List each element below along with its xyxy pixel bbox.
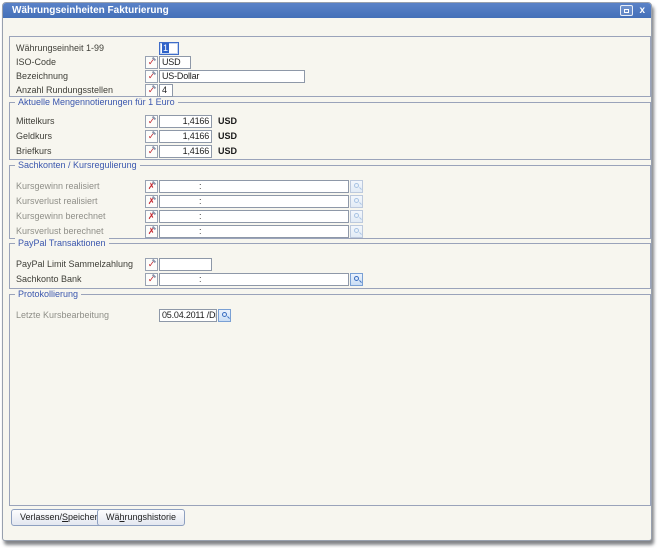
mid-rate-input[interactable]: 1,4166 [159,115,212,128]
form-row: Währungseinheit 1-99 1 [10,42,650,55]
iso-code-input[interactable]: USD [159,56,191,69]
form-row: Anzahl Rundungsstellen ✓ 4 [10,84,650,97]
form-row: Kursverlust berechnet ✗ : [10,225,650,238]
paypal-limit-input[interactable] [159,258,212,271]
titlebar[interactable]: Währungseinheiten Fakturierung x [3,3,651,18]
lookup-icon [350,210,363,223]
dialog-window: Währungseinheiten Fakturierung x Währung… [2,2,652,541]
bank-account-input[interactable]: : [159,273,349,286]
window-title: Währungseinheiten Fakturierung [12,5,169,16]
cleared-x-icon[interactable]: ✗ [145,180,158,193]
modified-check-icon[interactable]: ✓ [145,70,158,83]
lookup-icon [350,180,363,193]
last-edit-date-input[interactable]: 05.04.2011 /Di [159,309,217,322]
form-row: Kursverlust realisiert ✗ : [10,195,650,208]
paypal-limit-label: PayPal Limit Sammelzahlung [16,258,133,271]
bid-rate-input[interactable]: 1,4166 [159,130,212,143]
form-row: Sachkonto Bank ✓ : [10,273,650,286]
bid-rate-label: Geldkurs [16,130,52,143]
titlebar-controls: x [620,5,645,16]
form-row: Letzte Kursbearbeitung 05.04.2011 /Di [10,309,650,322]
quotes-groupbox: Aktuelle Mengennotierungen für 1 Euro Mi… [9,102,651,160]
description-label: Bezeichnung [16,70,68,83]
cleared-x-icon[interactable]: ✗ [145,195,158,208]
footer: Verlassen/Speichern Währungshistorie [3,509,651,526]
form-row: Geldkurs ✓ 1,4166 USD [10,130,650,143]
currency-unit-suffix: USD [218,145,237,158]
description-input[interactable]: US-Dollar [159,70,305,83]
modified-check-icon[interactable]: ✓ [145,145,158,158]
calendar-lookup-icon[interactable] [218,309,231,322]
currency-unit-input[interactable]: 1 [159,42,179,55]
currency-unit-suffix: USD [218,115,237,128]
accounts-groupbox: Sachkonten / Kursregulierung Kursgewinn … [9,165,651,239]
form-row: Mittelkurs ✓ 1,4166 USD [10,115,650,128]
gain-calculated-input: : [159,210,349,223]
loss-realized-input: : [159,195,349,208]
form-row: Briefkurs ✓ 1,4166 USD [10,145,650,158]
gain-realized-input: : [159,180,349,193]
iso-code-label: ISO-Code [16,56,56,69]
loss-realized-label: Kursverlust realisiert [16,195,98,208]
form-row: Bezeichnung ✓ US-Dollar [10,70,650,83]
form-row: Kursgewinn berechnet ✗ : [10,210,650,223]
bank-account-label: Sachkonto Bank [16,273,82,286]
form-row: PayPal Limit Sammelzahlung ✓ [10,258,650,271]
modified-check-icon[interactable]: ✓ [145,84,158,97]
modified-check-icon[interactable]: ✓ [145,115,158,128]
rounding-digits-label: Anzahl Rundungsstellen [16,84,113,97]
modified-check-icon[interactable]: ✓ [145,130,158,143]
accounts-legend: Sachkonten / Kursregulierung [15,160,140,170]
form-row: ISO-Code ✓ USD [10,56,650,69]
loss-calculated-label: Kursverlust berechnet [16,225,104,238]
dialog-body: Währungseinheit 1-99 1 ISO-Code ✓ USD Be… [3,18,651,540]
quotes-legend: Aktuelle Mengennotierungen für 1 Euro [15,97,178,107]
modified-check-icon[interactable]: ✓ [145,273,158,286]
gain-realized-label: Kursgewinn realisiert [16,180,100,193]
gain-calculated-label: Kursgewinn berechnet [16,210,106,223]
protocol-groupbox: Protokollierung Letzte Kursbearbeitung 0… [9,294,651,506]
currency-history-button[interactable]: Währungshistorie [97,509,185,526]
modified-check-icon[interactable]: ✓ [145,258,158,271]
mid-rate-label: Mittelkurs [16,115,55,128]
loss-calculated-input: : [159,225,349,238]
ask-rate-input[interactable]: 1,4166 [159,145,212,158]
last-edit-label: Letzte Kursbearbeitung [16,309,109,322]
modified-check-icon[interactable]: ✓ [145,56,158,69]
cleared-x-icon[interactable]: ✗ [145,210,158,223]
ask-rate-label: Briefkurs [16,145,52,158]
general-groupbox: Währungseinheit 1-99 1 ISO-Code ✓ USD Be… [9,36,651,97]
lookup-icon [350,195,363,208]
currency-unit-label: Währungseinheit 1-99 [16,42,104,55]
form-row: Kursgewinn realisiert ✗ : [10,180,650,193]
currency-unit-suffix: USD [218,130,237,143]
lookup-icon[interactable] [350,273,363,286]
cleared-x-icon[interactable]: ✗ [145,225,158,238]
paypal-legend: PayPal Transaktionen [15,238,109,248]
paypal-groupbox: PayPal Transaktionen PayPal Limit Sammel… [9,243,651,289]
restore-window-icon[interactable] [620,5,633,16]
lookup-icon [350,225,363,238]
close-icon[interactable]: x [639,5,645,16]
rounding-digits-input[interactable]: 4 [159,84,173,97]
protocol-legend: Protokollierung [15,289,81,299]
